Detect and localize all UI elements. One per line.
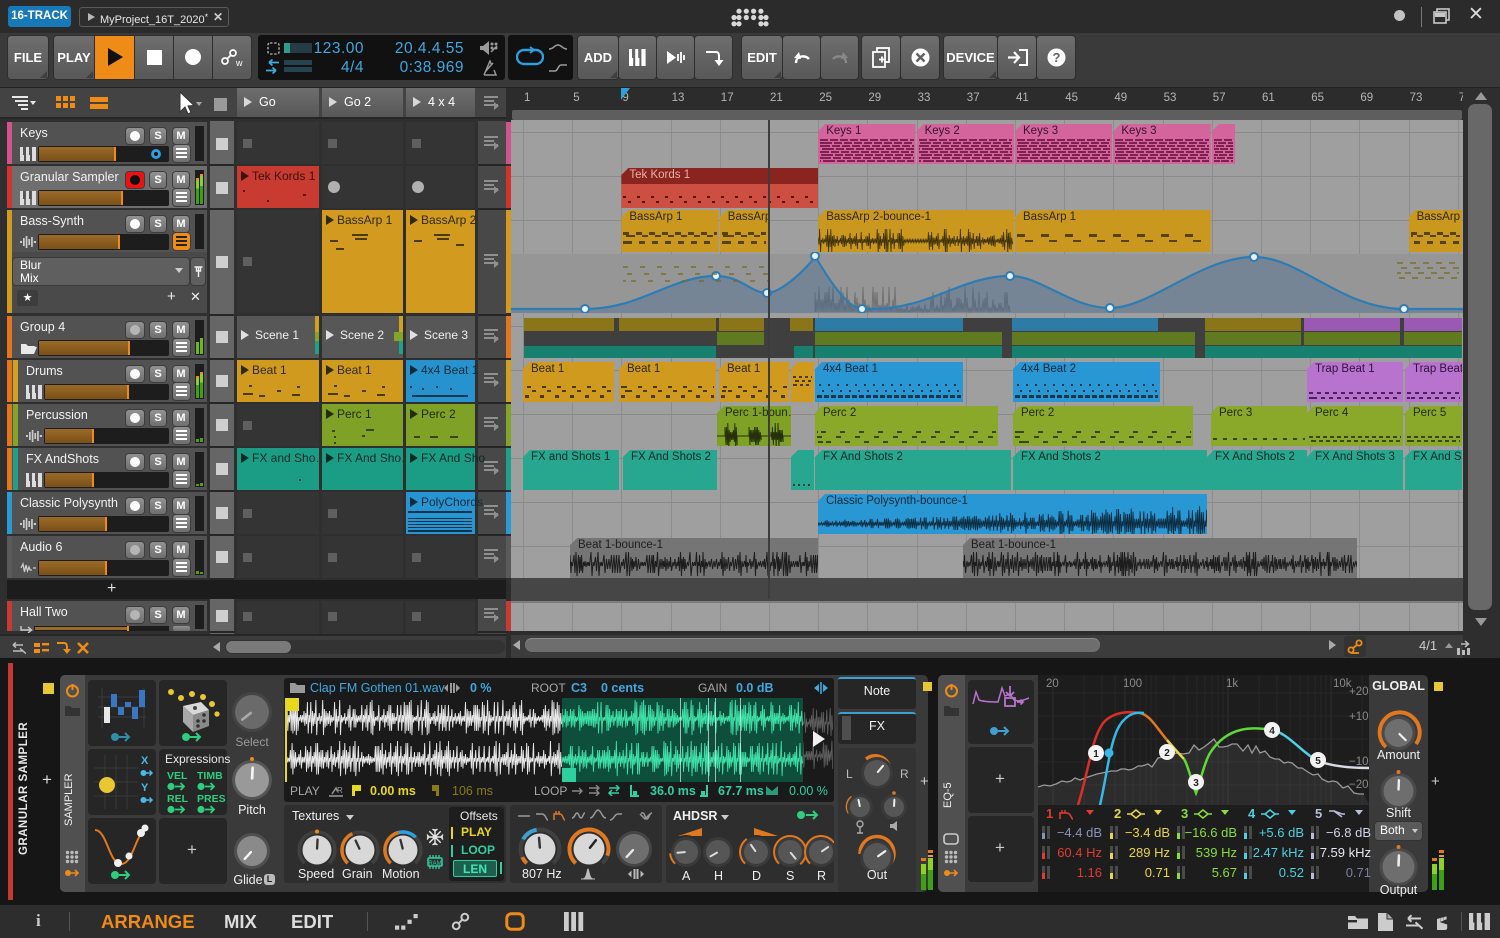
svg-text:RAM: RAM xyxy=(428,861,441,867)
svg-text:5: 5 xyxy=(1315,756,1321,767)
svg-text:?: ? xyxy=(1053,50,1061,65)
svg-text:1: 1 xyxy=(1093,749,1099,760)
svg-text:2: 2 xyxy=(1164,748,1170,759)
svg-text:w: w xyxy=(235,58,243,68)
svg-text:4: 4 xyxy=(1269,726,1275,737)
svg-text:R: R xyxy=(337,786,343,795)
svg-text:3: 3 xyxy=(1193,778,1199,789)
